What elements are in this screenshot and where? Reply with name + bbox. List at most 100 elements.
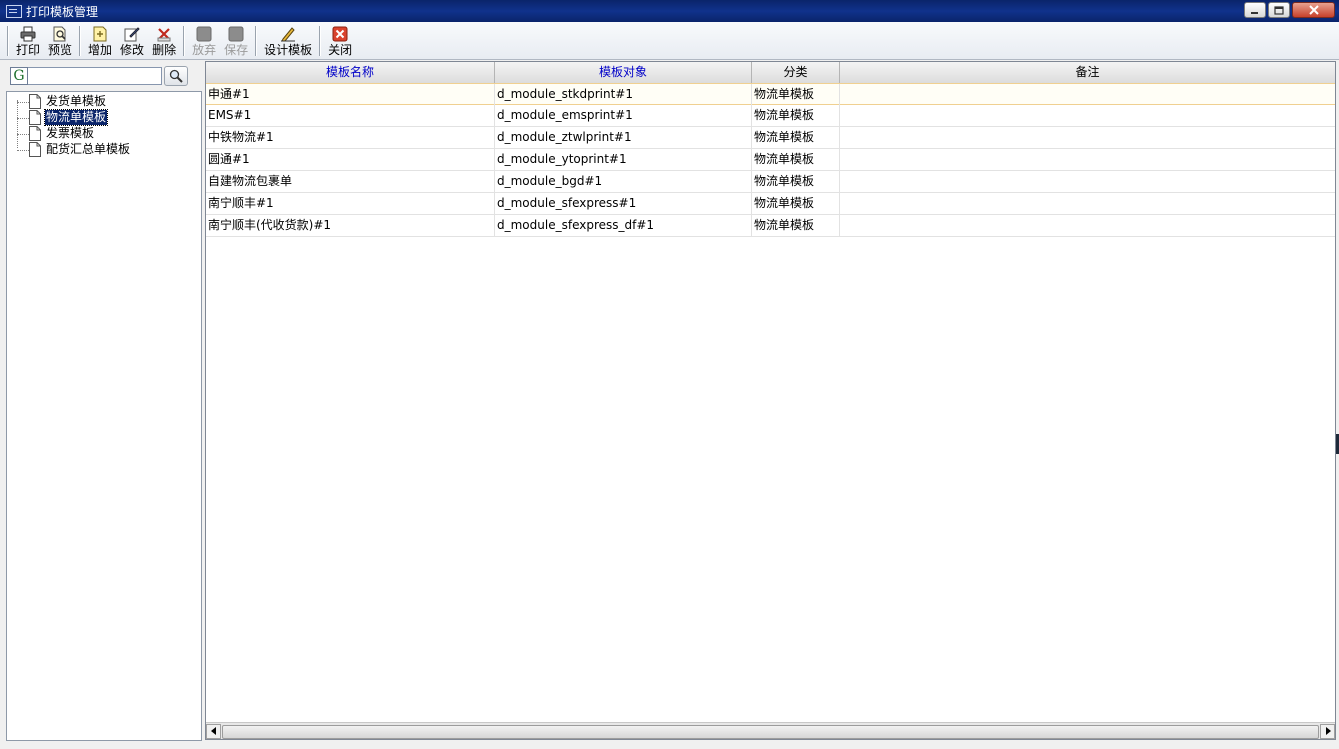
edit-label: 修改 [120, 42, 145, 57]
window-title: 打印模板管理 [26, 4, 99, 19]
close-button[interactable]: 关闭 [324, 24, 356, 58]
toolbar: 打印 预览 增加 修改 删除 放弃 保存 设计模板 关闭 [0, 22, 1339, 60]
cell-category[interactable]: 物流单模板 [752, 215, 840, 236]
template-grid: 模板名称 模板对象 分类 备注 申通#1 d_module_stkdprint#… [205, 61, 1336, 740]
cell-remark[interactable] [840, 105, 1335, 126]
cell-category[interactable]: 物流单模板 [752, 105, 840, 126]
maximize-button[interactable] [1268, 2, 1290, 18]
tree-branch-line [17, 150, 29, 151]
tree-item-label: 发票模板 [46, 126, 95, 140]
left-panel: G 发货单模板 物流单模板 发票模板 配货汇总单模板 [4, 63, 202, 741]
column-header-remark[interactable]: 备注 [840, 62, 1335, 83]
title-bar[interactable]: 打印模板管理 [0, 0, 1339, 22]
print-label: 打印 [16, 42, 41, 57]
cell-remark[interactable] [840, 127, 1335, 148]
table-row[interactable]: 中铁物流#1 d_module_ztwlprint#1 物流单模板 [206, 127, 1335, 149]
close-icon [332, 26, 348, 41]
table-row[interactable]: 南宁顺丰#1 d_module_sfexpress#1 物流单模板 [206, 193, 1335, 215]
delete-button[interactable]: 删除 [148, 24, 180, 58]
minimize-button[interactable] [1244, 2, 1266, 18]
cell-template-object[interactable]: d_module_sfexpress_df#1 [495, 215, 752, 236]
cell-remark[interactable] [840, 193, 1335, 214]
edit-icon [124, 26, 140, 41]
cell-template-name[interactable]: 南宁顺丰(代收货款)#1 [206, 215, 495, 236]
scrollbar-thumb[interactable] [222, 724, 1319, 739]
tree-connector-line [17, 100, 18, 148]
cell-template-object[interactable]: d_module_emsprint#1 [495, 105, 752, 126]
cell-remark[interactable] [840, 215, 1335, 236]
toolbar-separator [319, 25, 322, 56]
cell-template-object[interactable]: d_module_ztwlprint#1 [495, 127, 752, 148]
discard-button[interactable]: 放弃 [188, 24, 220, 58]
print-button[interactable]: 打印 [12, 24, 44, 58]
design-template-label: 设计模板 [264, 42, 313, 57]
toolbar-separator [7, 25, 9, 56]
cell-template-object[interactable]: d_module_sfexpress#1 [495, 193, 752, 214]
column-header-template-name[interactable]: 模板名称 [206, 62, 495, 83]
cell-template-name[interactable]: 中铁物流#1 [206, 127, 495, 148]
minimize-icon [1251, 12, 1258, 14]
scroll-right-button[interactable] [1320, 723, 1335, 739]
preview-label: 预览 [48, 42, 73, 57]
cell-category[interactable]: 物流单模板 [752, 84, 840, 105]
grid-header: 模板名称 模板对象 分类 备注 [206, 62, 1335, 84]
table-row[interactable]: 申通#1 d_module_stkdprint#1 物流单模板 [206, 83, 1335, 105]
scrollbar-track[interactable] [221, 724, 1320, 739]
g-icon: G [10, 67, 28, 85]
search-input[interactable] [28, 67, 162, 85]
horizontal-scrollbar[interactable] [206, 722, 1335, 739]
cell-remark[interactable] [840, 149, 1335, 170]
tree-branch-line [17, 102, 29, 103]
window-controls [1244, 2, 1335, 18]
tree-branch-line [17, 134, 29, 135]
cell-template-name[interactable]: 圆通#1 [206, 149, 495, 170]
template-category-tree[interactable]: 发货单模板 物流单模板 发票模板 配货汇总单模板 [6, 91, 202, 741]
cell-remark[interactable] [840, 171, 1335, 192]
document-icon [29, 126, 41, 141]
table-row[interactable]: 圆通#1 d_module_ytoprint#1 物流单模板 [206, 149, 1335, 171]
search-button[interactable] [164, 66, 188, 86]
cell-template-object[interactable]: d_module_ytoprint#1 [495, 149, 752, 170]
cell-template-name[interactable]: EMS#1 [206, 105, 495, 126]
cell-template-object[interactable]: d_module_bgd#1 [495, 171, 752, 192]
discard-icon [196, 26, 212, 41]
table-row[interactable]: 自建物流包裹单 d_module_bgd#1 物流单模板 [206, 171, 1335, 193]
design-template-button[interactable]: 设计模板 [260, 24, 316, 58]
cell-category[interactable]: 物流单模板 [752, 149, 840, 170]
column-header-category[interactable]: 分类 [752, 62, 840, 83]
printer-icon [20, 26, 36, 41]
document-icon [29, 142, 41, 157]
add-button[interactable]: 增加 [84, 24, 116, 58]
table-row[interactable]: EMS#1 d_module_emsprint#1 物流单模板 [206, 105, 1335, 127]
cell-category[interactable]: 物流单模板 [752, 193, 840, 214]
cell-template-name[interactable]: 南宁顺丰#1 [206, 193, 495, 214]
cell-template-name[interactable]: 申通#1 [206, 84, 495, 105]
discard-label: 放弃 [192, 42, 217, 57]
edit-button[interactable]: 修改 [116, 24, 148, 58]
save-label: 保存 [224, 42, 249, 57]
tree-search: G [10, 66, 188, 86]
column-header-template-object[interactable]: 模板对象 [495, 62, 752, 83]
delete-label: 删除 [152, 42, 177, 57]
arrow-left-icon [210, 727, 216, 735]
maximize-icon [1274, 5, 1284, 15]
cell-template-object[interactable]: d_module_stkdprint#1 [495, 84, 752, 105]
window-close-button[interactable] [1292, 2, 1335, 18]
add-icon [93, 26, 107, 41]
cell-template-name[interactable]: 自建物流包裹单 [206, 171, 495, 192]
table-row[interactable]: 南宁顺丰(代收货款)#1 d_module_sfexpress_df#1 物流单… [206, 215, 1335, 237]
save-button[interactable]: 保存 [220, 24, 252, 58]
tree-item-label: 发货单模板 [46, 94, 107, 108]
tree-item-label: 配货汇总单模板 [46, 142, 131, 156]
save-icon [228, 26, 244, 41]
preview-button[interactable]: 预览 [44, 24, 76, 58]
cell-category[interactable]: 物流单模板 [752, 127, 840, 148]
add-label: 增加 [88, 42, 113, 57]
toolbar-separator [183, 25, 186, 56]
scroll-left-button[interactable] [206, 723, 221, 739]
cell-remark[interactable] [840, 84, 1335, 105]
cell-category[interactable]: 物流单模板 [752, 171, 840, 192]
search-icon [169, 69, 183, 83]
tree-item-label: 物流单模板 [43, 109, 109, 126]
toolbar-separator [255, 25, 258, 56]
